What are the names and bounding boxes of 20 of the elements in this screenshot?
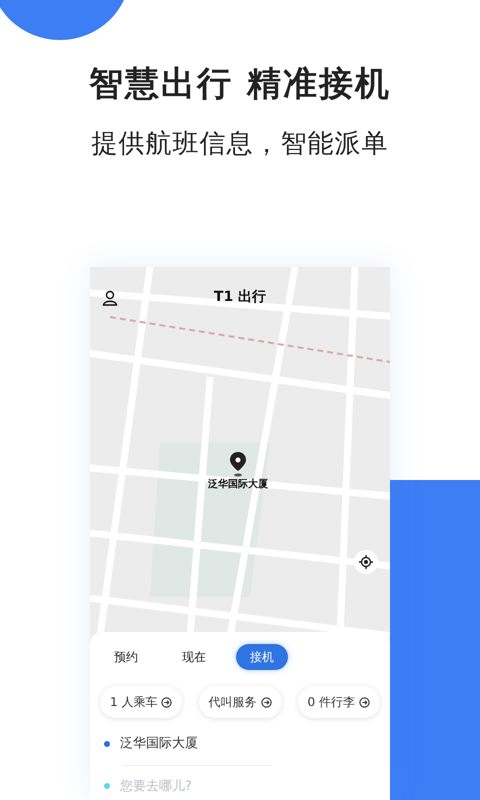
map-pin-icon bbox=[229, 451, 247, 477]
option-button[interactable]: 代叫服务 bbox=[198, 686, 282, 718]
subheadline: 提供航班信息，智能派单 bbox=[90, 128, 390, 161]
mode-tab[interactable]: 预约 bbox=[100, 644, 152, 670]
arrow-circle-icon bbox=[260, 696, 272, 708]
user-icon[interactable] bbox=[102, 290, 118, 306]
option-button[interactable]: 0 件行李 bbox=[298, 686, 380, 718]
destination-dot bbox=[104, 783, 110, 790]
destination-field[interactable]: 您要去哪儿? bbox=[120, 776, 320, 796]
option-button[interactable]: 1 人乘车 bbox=[100, 686, 182, 718]
origin-dot bbox=[104, 740, 110, 747]
mode-tab[interactable]: 现在 bbox=[168, 644, 220, 670]
pin-label: 泛华国际大厦 bbox=[208, 478, 268, 492]
mode-tab[interactable]: 接机 bbox=[236, 644, 288, 670]
crosshair-icon bbox=[359, 555, 373, 569]
arrow-circle-icon bbox=[161, 696, 172, 708]
origin-field[interactable]: 泛华国际大厦 bbox=[120, 734, 320, 754]
arrow-circle-icon bbox=[359, 696, 370, 708]
headline: 智慧出行 精准接机 bbox=[88, 64, 392, 105]
app-title: T1 出行 bbox=[214, 288, 266, 307]
